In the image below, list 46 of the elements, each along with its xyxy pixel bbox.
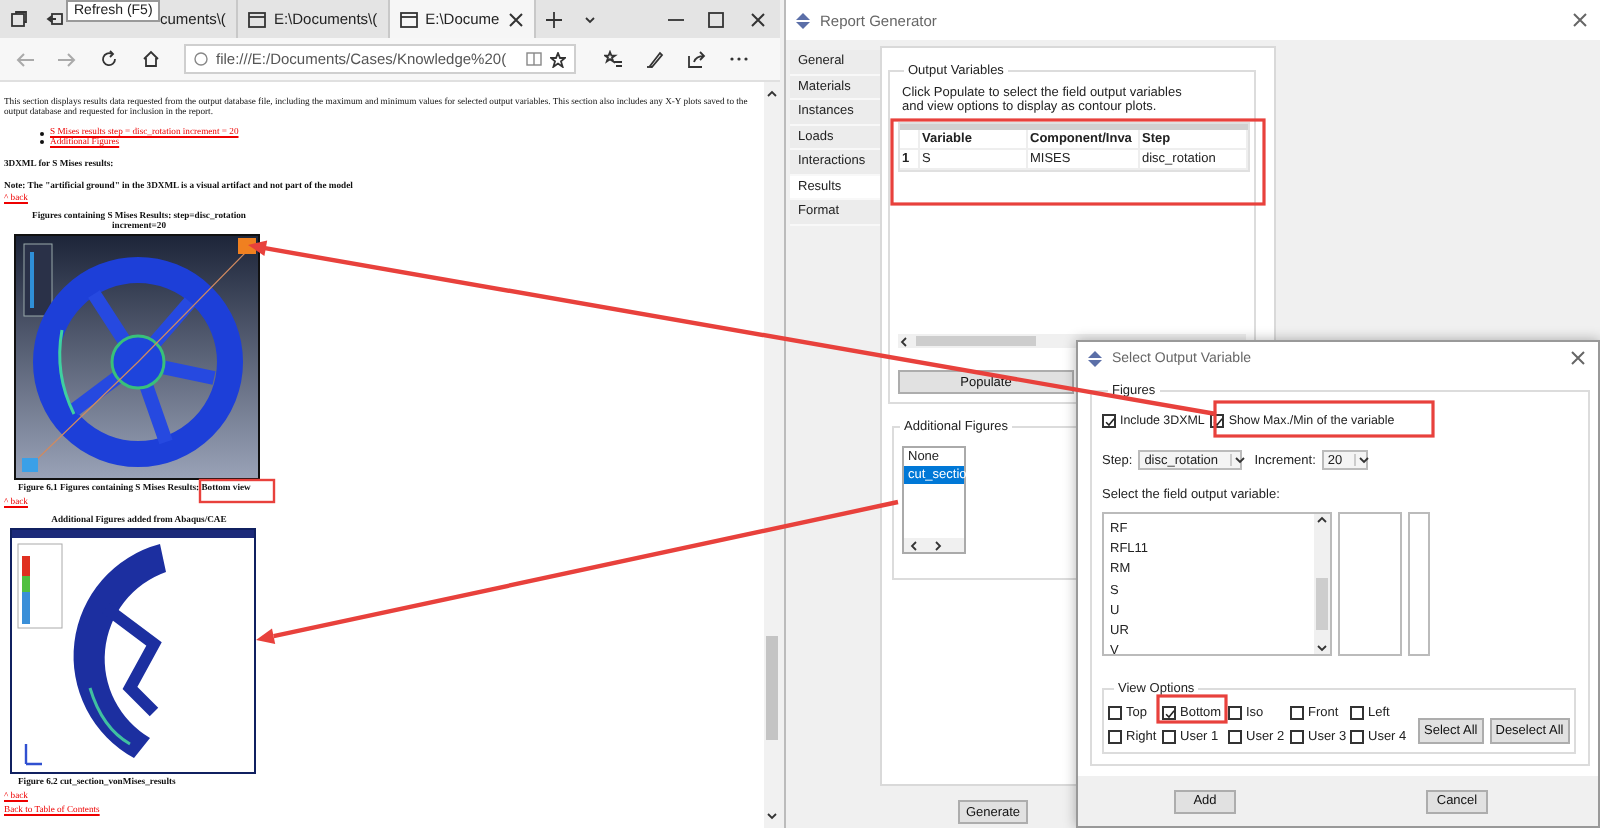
- checkbox[interactable]: [1108, 706, 1122, 720]
- info-icon: [194, 52, 208, 66]
- highlight-frame: [198, 478, 276, 504]
- pen-icon[interactable]: [646, 50, 664, 68]
- tabs-icon[interactable]: [9, 10, 27, 28]
- scroll-left-icon[interactable]: [908, 539, 920, 551]
- scroll-left-icon[interactable]: [898, 335, 910, 347]
- page-icon: [247, 11, 266, 27]
- checkbox[interactable]: [1350, 706, 1364, 720]
- home-icon[interactable]: [142, 50, 160, 68]
- checkbox[interactable]: [1228, 730, 1242, 744]
- plus-icon[interactable]: [545, 11, 562, 27]
- close-icon[interactable]: [750, 11, 766, 27]
- checkbox[interactable]: [1102, 414, 1116, 428]
- scroll-down-icon[interactable]: [766, 810, 778, 822]
- caret-icon[interactable]: [1230, 454, 1249, 466]
- vertical-scrollbar[interactable]: [1314, 514, 1330, 654]
- scroll-down-icon[interactable]: [1316, 642, 1328, 654]
- maximize-icon[interactable]: [708, 11, 724, 27]
- scrollbar-thumb[interactable]: [766, 636, 778, 740]
- checkbox[interactable]: [1162, 730, 1176, 744]
- page-icon: [399, 11, 418, 27]
- checkbox[interactable]: [1228, 706, 1242, 720]
- app-icon: [794, 11, 812, 29]
- star-icon[interactable]: [550, 51, 566, 67]
- checkbox[interactable]: [1350, 730, 1364, 744]
- favorites-icon[interactable]: [604, 50, 622, 68]
- highlight-frame: [1156, 694, 1228, 724]
- scroll-right-icon[interactable]: [932, 539, 944, 551]
- close-icon[interactable]: [507, 11, 524, 27]
- close-icon[interactable]: [1572, 12, 1588, 28]
- checkbox[interactable]: [1290, 706, 1304, 720]
- share-icon[interactable]: [688, 50, 706, 68]
- app-icon: [1086, 349, 1104, 367]
- tabs-aside-icon[interactable]: [45, 10, 63, 28]
- more-icon[interactable]: [730, 56, 748, 62]
- scroll-up-icon[interactable]: [1316, 514, 1328, 526]
- scroll-up-icon[interactable]: [766, 88, 778, 100]
- caret-icon[interactable]: [1354, 454, 1373, 466]
- checkbox[interactable]: [1162, 706, 1176, 720]
- chevron-down-icon[interactable]: [583, 13, 596, 25]
- refresh-icon[interactable]: [100, 50, 118, 68]
- checkbox[interactable]: [1290, 730, 1304, 744]
- checkbox[interactable]: [1108, 730, 1122, 744]
- close-icon[interactable]: [1570, 350, 1586, 366]
- reading-view-icon[interactable]: [526, 52, 542, 66]
